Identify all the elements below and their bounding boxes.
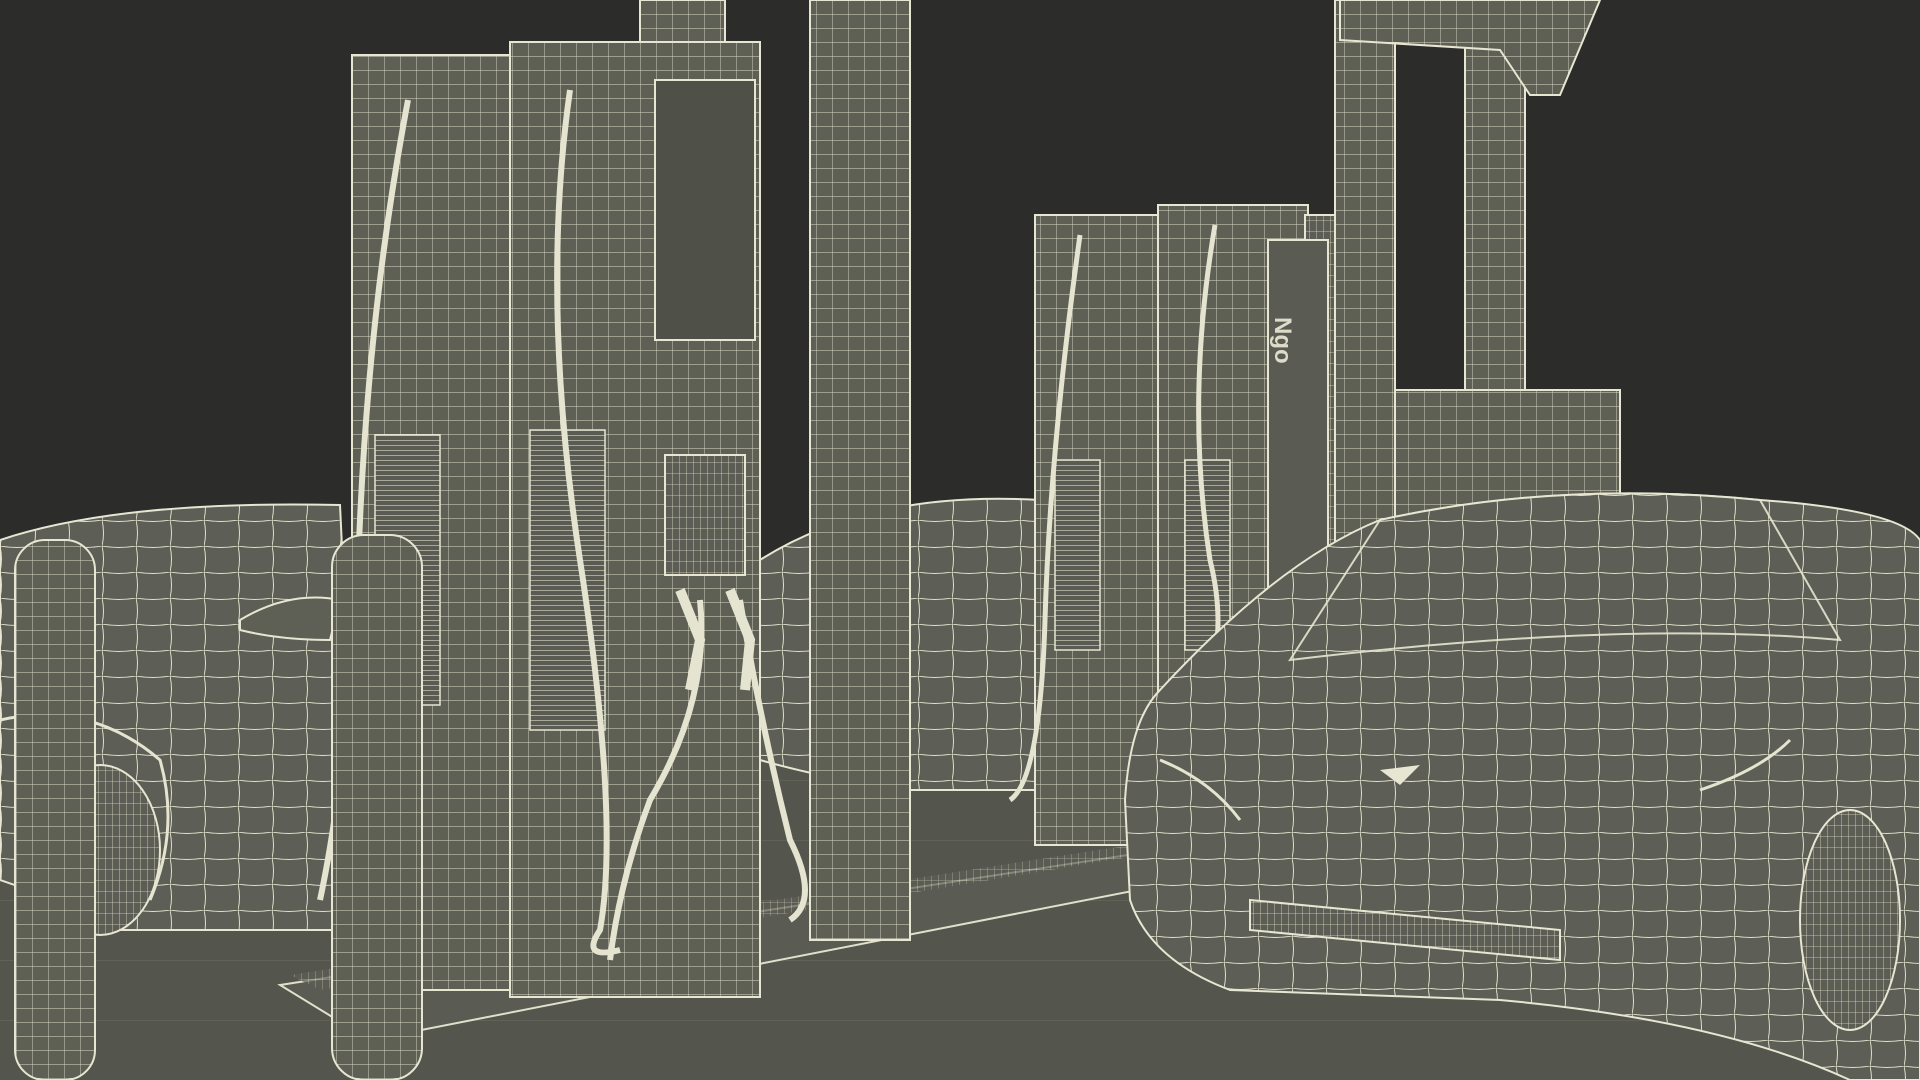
charger-sign-text: Ngo	[1269, 317, 1296, 364]
wireframe-render: Ngo	[0, 0, 1920, 1080]
